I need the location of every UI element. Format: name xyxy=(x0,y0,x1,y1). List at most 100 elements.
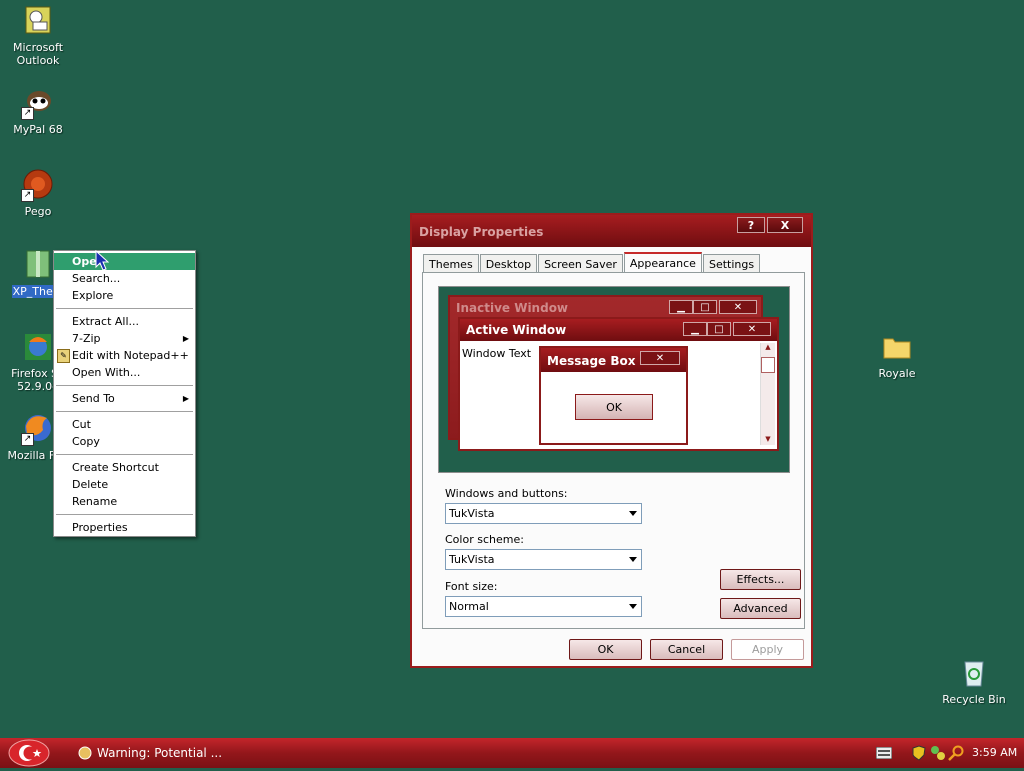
menu-item-extract-all[interactable]: Extract All... xyxy=(54,313,195,330)
apply-button[interactable]: Apply xyxy=(731,639,804,660)
menu-item-delete[interactable]: Delete xyxy=(54,476,195,493)
start-crescent-icon xyxy=(8,739,50,767)
advanced-button[interactable]: Advanced xyxy=(720,598,801,619)
desktop-icon-label: Recycle Bin xyxy=(942,693,1006,706)
menu-item-edit-notepadpp[interactable]: ✎ Edit with Notepad++ xyxy=(54,347,195,364)
preview-active-titlebar: Active Window ▁ □ ✕ xyxy=(460,319,777,341)
shortcut-arrow-icon: ↗ xyxy=(21,107,34,120)
pego-icon: ↗ xyxy=(21,168,55,202)
recycle-bin-icon xyxy=(957,656,991,690)
menu-item-open[interactable]: Open xyxy=(54,253,195,270)
mypal-icon: ↗ xyxy=(21,86,55,120)
outlook-icon xyxy=(21,4,55,38)
effects-button[interactable]: Effects... xyxy=(720,569,801,590)
menu-item-cut[interactable]: Cut xyxy=(54,416,195,433)
preview-ok-button: OK xyxy=(575,394,653,420)
menu-item-label: Delete xyxy=(72,478,109,491)
taskbar-item-warning[interactable]: Warning: Potential ... xyxy=(73,741,223,765)
menu-separator xyxy=(56,385,193,386)
tab-strip: Themes Desktop Screen Saver Appearance S… xyxy=(423,252,761,275)
windows-and-buttons-select[interactable]: TukVista xyxy=(445,503,642,524)
ok-button[interactable]: OK xyxy=(569,639,642,660)
preview-scrollbar: ▲ ▼ xyxy=(760,343,775,445)
menu-item-rename[interactable]: Rename xyxy=(54,493,195,510)
preview-message-box: Message Box ✕ OK xyxy=(539,346,688,445)
help-button[interactable]: ? xyxy=(737,217,765,233)
network-icon[interactable] xyxy=(930,745,946,761)
minimize-icon: ▁ xyxy=(669,300,693,314)
dialog-titlebar[interactable]: Display Properties ? X xyxy=(412,215,811,247)
menu-item-properties[interactable]: Properties xyxy=(54,519,195,536)
preview-active-title: Active Window xyxy=(466,323,567,337)
menu-item-label: 7-Zip xyxy=(72,332,101,345)
clock[interactable]: 3:59 AM xyxy=(972,746,1017,759)
close-icon: ✕ xyxy=(733,322,771,336)
desktop-icon-label: Royale xyxy=(878,367,916,380)
folder-icon xyxy=(880,330,914,364)
scroll-up-icon: ▲ xyxy=(765,343,771,351)
tab-screen-saver[interactable]: Screen Saver xyxy=(538,254,623,274)
preview-window-text: Window Text xyxy=(462,347,532,360)
menu-item-7zip[interactable]: 7-Zip ▶ xyxy=(54,330,195,347)
menu-item-explore[interactable]: Explore xyxy=(54,287,195,304)
tab-themes[interactable]: Themes xyxy=(423,254,479,274)
scroll-thumb xyxy=(761,357,775,373)
desktop-icon-pego[interactable]: ↗ Pego xyxy=(1,168,75,218)
menu-item-send-to[interactable]: Send To ▶ xyxy=(54,390,195,407)
chevron-down-icon xyxy=(629,557,637,562)
submenu-arrow-icon: ▶ xyxy=(182,394,189,403)
mouse-cursor-icon xyxy=(95,250,109,271)
menu-item-label: Search... xyxy=(72,272,121,285)
search-icon[interactable] xyxy=(948,745,964,761)
shortcut-arrow-icon: ↗ xyxy=(21,189,34,202)
menu-item-search[interactable]: Search... xyxy=(54,270,195,287)
desktop-icon-mypal[interactable]: ↗ MyPal 68 xyxy=(1,86,75,136)
keyboard-icon[interactable] xyxy=(876,747,892,759)
font-size-select[interactable]: Normal xyxy=(445,596,642,617)
context-menu: Open Search... Explore Extract All... 7-… xyxy=(53,250,196,537)
chevron-down-icon xyxy=(629,604,637,609)
notepad-plus-plus-icon: ✎ xyxy=(57,349,70,363)
windows-and-buttons-label: Windows and buttons: xyxy=(445,487,568,500)
menu-separator xyxy=(56,308,193,309)
submenu-arrow-icon: ▶ xyxy=(182,334,189,343)
maximize-icon: □ xyxy=(693,300,717,314)
chevron-down-icon xyxy=(629,511,637,516)
dialog-title: Display Properties xyxy=(419,225,544,239)
preview-message-box-titlebar: Message Box ✕ xyxy=(541,348,686,372)
menu-separator xyxy=(56,514,193,515)
desktop-icon-recycle-bin[interactable]: Recycle Bin xyxy=(937,656,1011,706)
desktop-icon-royale[interactable]: Royale xyxy=(860,330,934,380)
appearance-panel: Inactive Window ▁ □ ✕ Active Window ▁ □ … xyxy=(422,272,805,629)
minimize-icon: ▁ xyxy=(683,322,707,336)
font-size-label: Font size: xyxy=(445,580,498,593)
tab-desktop[interactable]: Desktop xyxy=(479,254,538,274)
menu-item-label: Rename xyxy=(72,495,118,508)
desktop-icon-outlook[interactable]: Microsoft Outlook xyxy=(1,4,75,67)
close-button[interactable]: X xyxy=(767,217,803,233)
menu-separator xyxy=(56,454,193,455)
firefox-setup-icon xyxy=(21,330,55,364)
close-icon: ✕ xyxy=(640,351,680,365)
scroll-down-icon: ▼ xyxy=(765,435,771,443)
menu-item-label: Create Shortcut xyxy=(72,461,159,474)
menu-item-copy[interactable]: Copy xyxy=(54,433,195,450)
color-scheme-select[interactable]: TukVista xyxy=(445,549,642,570)
menu-separator xyxy=(56,411,193,412)
zip-folder-icon xyxy=(21,248,55,282)
desktop-icon-label: Pego xyxy=(24,205,52,218)
appearance-preview: Inactive Window ▁ □ ✕ Active Window ▁ □ … xyxy=(438,286,790,473)
cancel-button[interactable]: Cancel xyxy=(650,639,723,660)
shield-icon[interactable] xyxy=(912,745,926,761)
color-scheme-label: Color scheme: xyxy=(445,533,524,546)
menu-item-label: Send To xyxy=(72,392,115,405)
display-properties-dialog: Display Properties ? X Themes Desktop Sc… xyxy=(410,213,813,668)
start-button[interactable] xyxy=(7,738,51,768)
taskbar: Warning: Potential ... 3:59 AM xyxy=(0,738,1024,768)
shortcut-arrow-icon: ↗ xyxy=(21,433,34,446)
menu-item-label: Edit with Notepad++ xyxy=(72,349,189,362)
preview-message-box-title: Message Box xyxy=(547,354,636,368)
tab-settings[interactable]: Settings xyxy=(702,254,761,274)
menu-item-create-shortcut[interactable]: Create Shortcut xyxy=(54,459,195,476)
menu-item-open-with[interactable]: Open With... xyxy=(54,364,195,381)
